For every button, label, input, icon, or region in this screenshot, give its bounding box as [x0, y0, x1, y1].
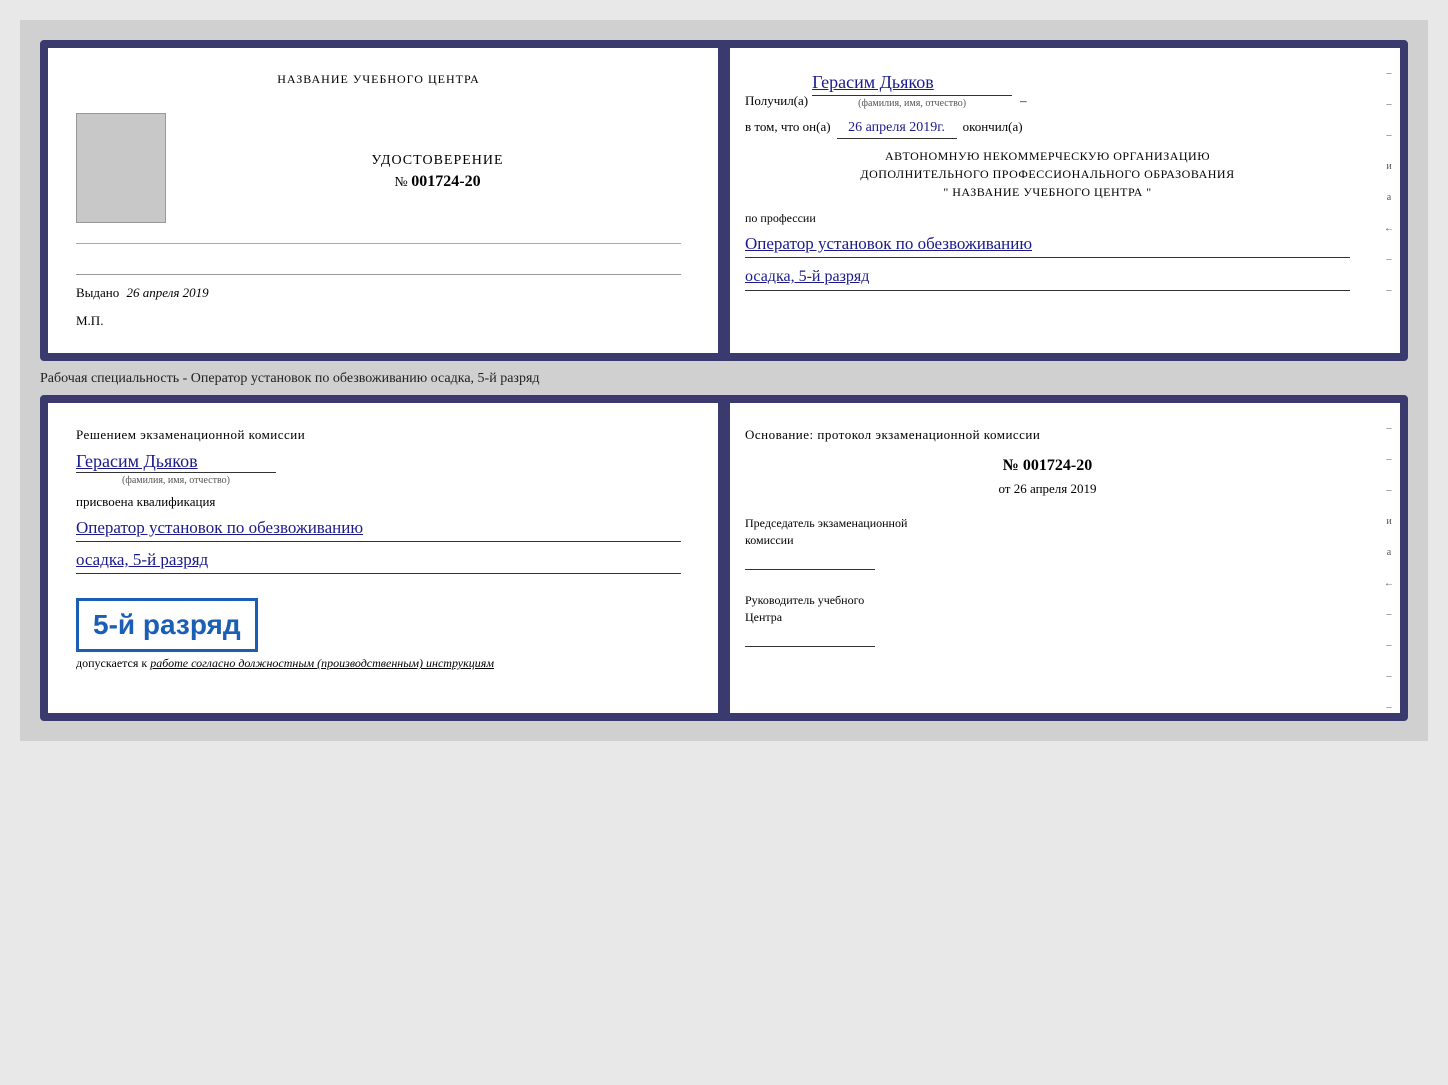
- protocol-number: № 001724-20: [745, 457, 1350, 475]
- udost-label: УДОСТОВЕРЕНИЕ: [194, 153, 681, 169]
- bottom-right-side-marks: – – – и а ← – – – –: [1378, 403, 1400, 713]
- number-prefix: №: [394, 175, 407, 190]
- bottom-left-half: Решением экзаменационной комиссии Гераси…: [48, 403, 709, 713]
- bottom-right-half: Основание: протокол экзаменационной коми…: [709, 403, 1378, 713]
- poluchil-prefix: Получил(а): [745, 93, 808, 109]
- dopuskaetsya-prefix: допускается к: [76, 656, 147, 670]
- vydano-date: 26 апреля 2019: [127, 285, 209, 300]
- resheniem-label: Решением экзаменационной комиссии: [76, 427, 681, 443]
- bottom-fio-subtitle: (фамилия, имя, отчество): [122, 475, 230, 486]
- dopuskaetsya-suffix: работе согласно должностным (производств…: [150, 656, 494, 670]
- osnovanie-title: Основание: протокол экзаменационной коми…: [745, 427, 1350, 443]
- mp-label: М.П.: [76, 313, 681, 329]
- separator-label: Рабочая специальность - Оператор установ…: [40, 371, 540, 386]
- fio-subtitle: (фамилия, имя, отчество): [858, 98, 966, 109]
- rukov-signature-line: [745, 646, 875, 647]
- stamp-area: 5-й разряд: [76, 586, 681, 652]
- prisvoena-label: присвоена квалификация: [76, 494, 681, 510]
- org-line1: АВТОНОМНУЮ НЕКОММЕРЧЕСКУЮ ОРГАНИЗАЦИЮ: [745, 147, 1350, 165]
- rukov-line2: Центра: [745, 609, 1350, 626]
- dopuskaetsya-line: допускается к работе согласно должностны…: [76, 656, 681, 671]
- predsedatel-line2: комиссии: [745, 532, 1350, 549]
- dash: –: [1020, 93, 1027, 109]
- udost-num-value: 001724-20: [411, 173, 480, 190]
- rukov-block: Руководитель учебного Центра: [745, 592, 1350, 651]
- vtom-line: в том, что он(а) 26 апреля 2019г. окончи…: [745, 119, 1350, 139]
- ot-date: 26 апреля 2019: [1014, 481, 1097, 496]
- fio-section: Герасим Дьяков (фамилия, имя, отчество): [76, 451, 681, 486]
- recipient-name: Герасим Дьяков: [812, 72, 1012, 96]
- org-name: АВТОНОМНУЮ НЕКОММЕРЧЕСКУЮ ОРГАНИЗАЦИЮ ДО…: [745, 147, 1350, 201]
- school-name-top: НАЗВАНИЕ УЧЕБНОГО ЦЕНТРА: [76, 72, 681, 87]
- predsedatel-signature-line: [745, 569, 875, 570]
- ot-prefix: от: [998, 481, 1010, 496]
- right-side-marks: – – – и а ← – –: [1378, 48, 1400, 353]
- stamp-box: 5-й разряд: [76, 598, 258, 652]
- predsedatel-block: Председатель экзаменационной комиссии: [745, 515, 1350, 574]
- ot-date-line: от 26 апреля 2019: [745, 481, 1350, 497]
- poluchil-line: Получил(а) Герасим Дьяков (фамилия, имя,…: [745, 72, 1350, 109]
- po-professii-label: по профессии: [745, 211, 1350, 226]
- top-right-half: Получил(а) Герасим Дьяков (фамилия, имя,…: [709, 48, 1378, 353]
- protocol-prefix: №: [1003, 457, 1019, 474]
- predsedatel-line1: Председатель экзаменационной: [745, 515, 1350, 532]
- razryad-top: осадка, 5-й разряд: [745, 264, 1350, 291]
- separator-text: Рабочая специальность - Оператор установ…: [40, 361, 1408, 395]
- top-document: НАЗВАНИЕ УЧЕБНОГО ЦЕНТРА УДОСТОВЕРЕНИЕ №…: [40, 40, 1408, 361]
- top-left-half: НАЗВАНИЕ УЧЕБНОГО ЦЕНТРА УДОСТОВЕРЕНИЕ №…: [48, 48, 709, 353]
- vtom-date: 26 апреля 2019г.: [837, 120, 957, 139]
- vtom-suffix: окончил(а): [963, 119, 1023, 135]
- bottom-recipient-name: Герасим Дьяков: [76, 451, 276, 473]
- stamp-number: 5-й разряд: [93, 609, 241, 641]
- vtom-prefix: в том, что он(а): [745, 119, 831, 135]
- rukov-line1: Руководитель учебного: [745, 592, 1350, 609]
- protocol-num: 001724-20: [1023, 457, 1092, 474]
- vydano-label: Выдано: [76, 285, 119, 300]
- kvalif-line1: Оператор установок по обезвоживанию: [76, 514, 681, 542]
- udost-number: № 001724-20: [194, 173, 681, 191]
- kvalif-line2: осадка, 5-й разряд: [76, 546, 681, 574]
- bottom-document: Решением экзаменационной комиссии Гераси…: [40, 395, 1408, 721]
- org-line3: " НАЗВАНИЕ УЧЕБНОГО ЦЕНТРА ": [745, 183, 1350, 201]
- org-line2: ДОПОЛНИТЕЛЬНОГО ПРОФЕССИОНАЛЬНОГО ОБРАЗО…: [745, 165, 1350, 183]
- profession-name: Оператор установок по обезвоживанию: [745, 230, 1350, 258]
- vydano-line: Выдано 26 апреля 2019: [76, 274, 681, 301]
- photo-placeholder: [76, 113, 166, 223]
